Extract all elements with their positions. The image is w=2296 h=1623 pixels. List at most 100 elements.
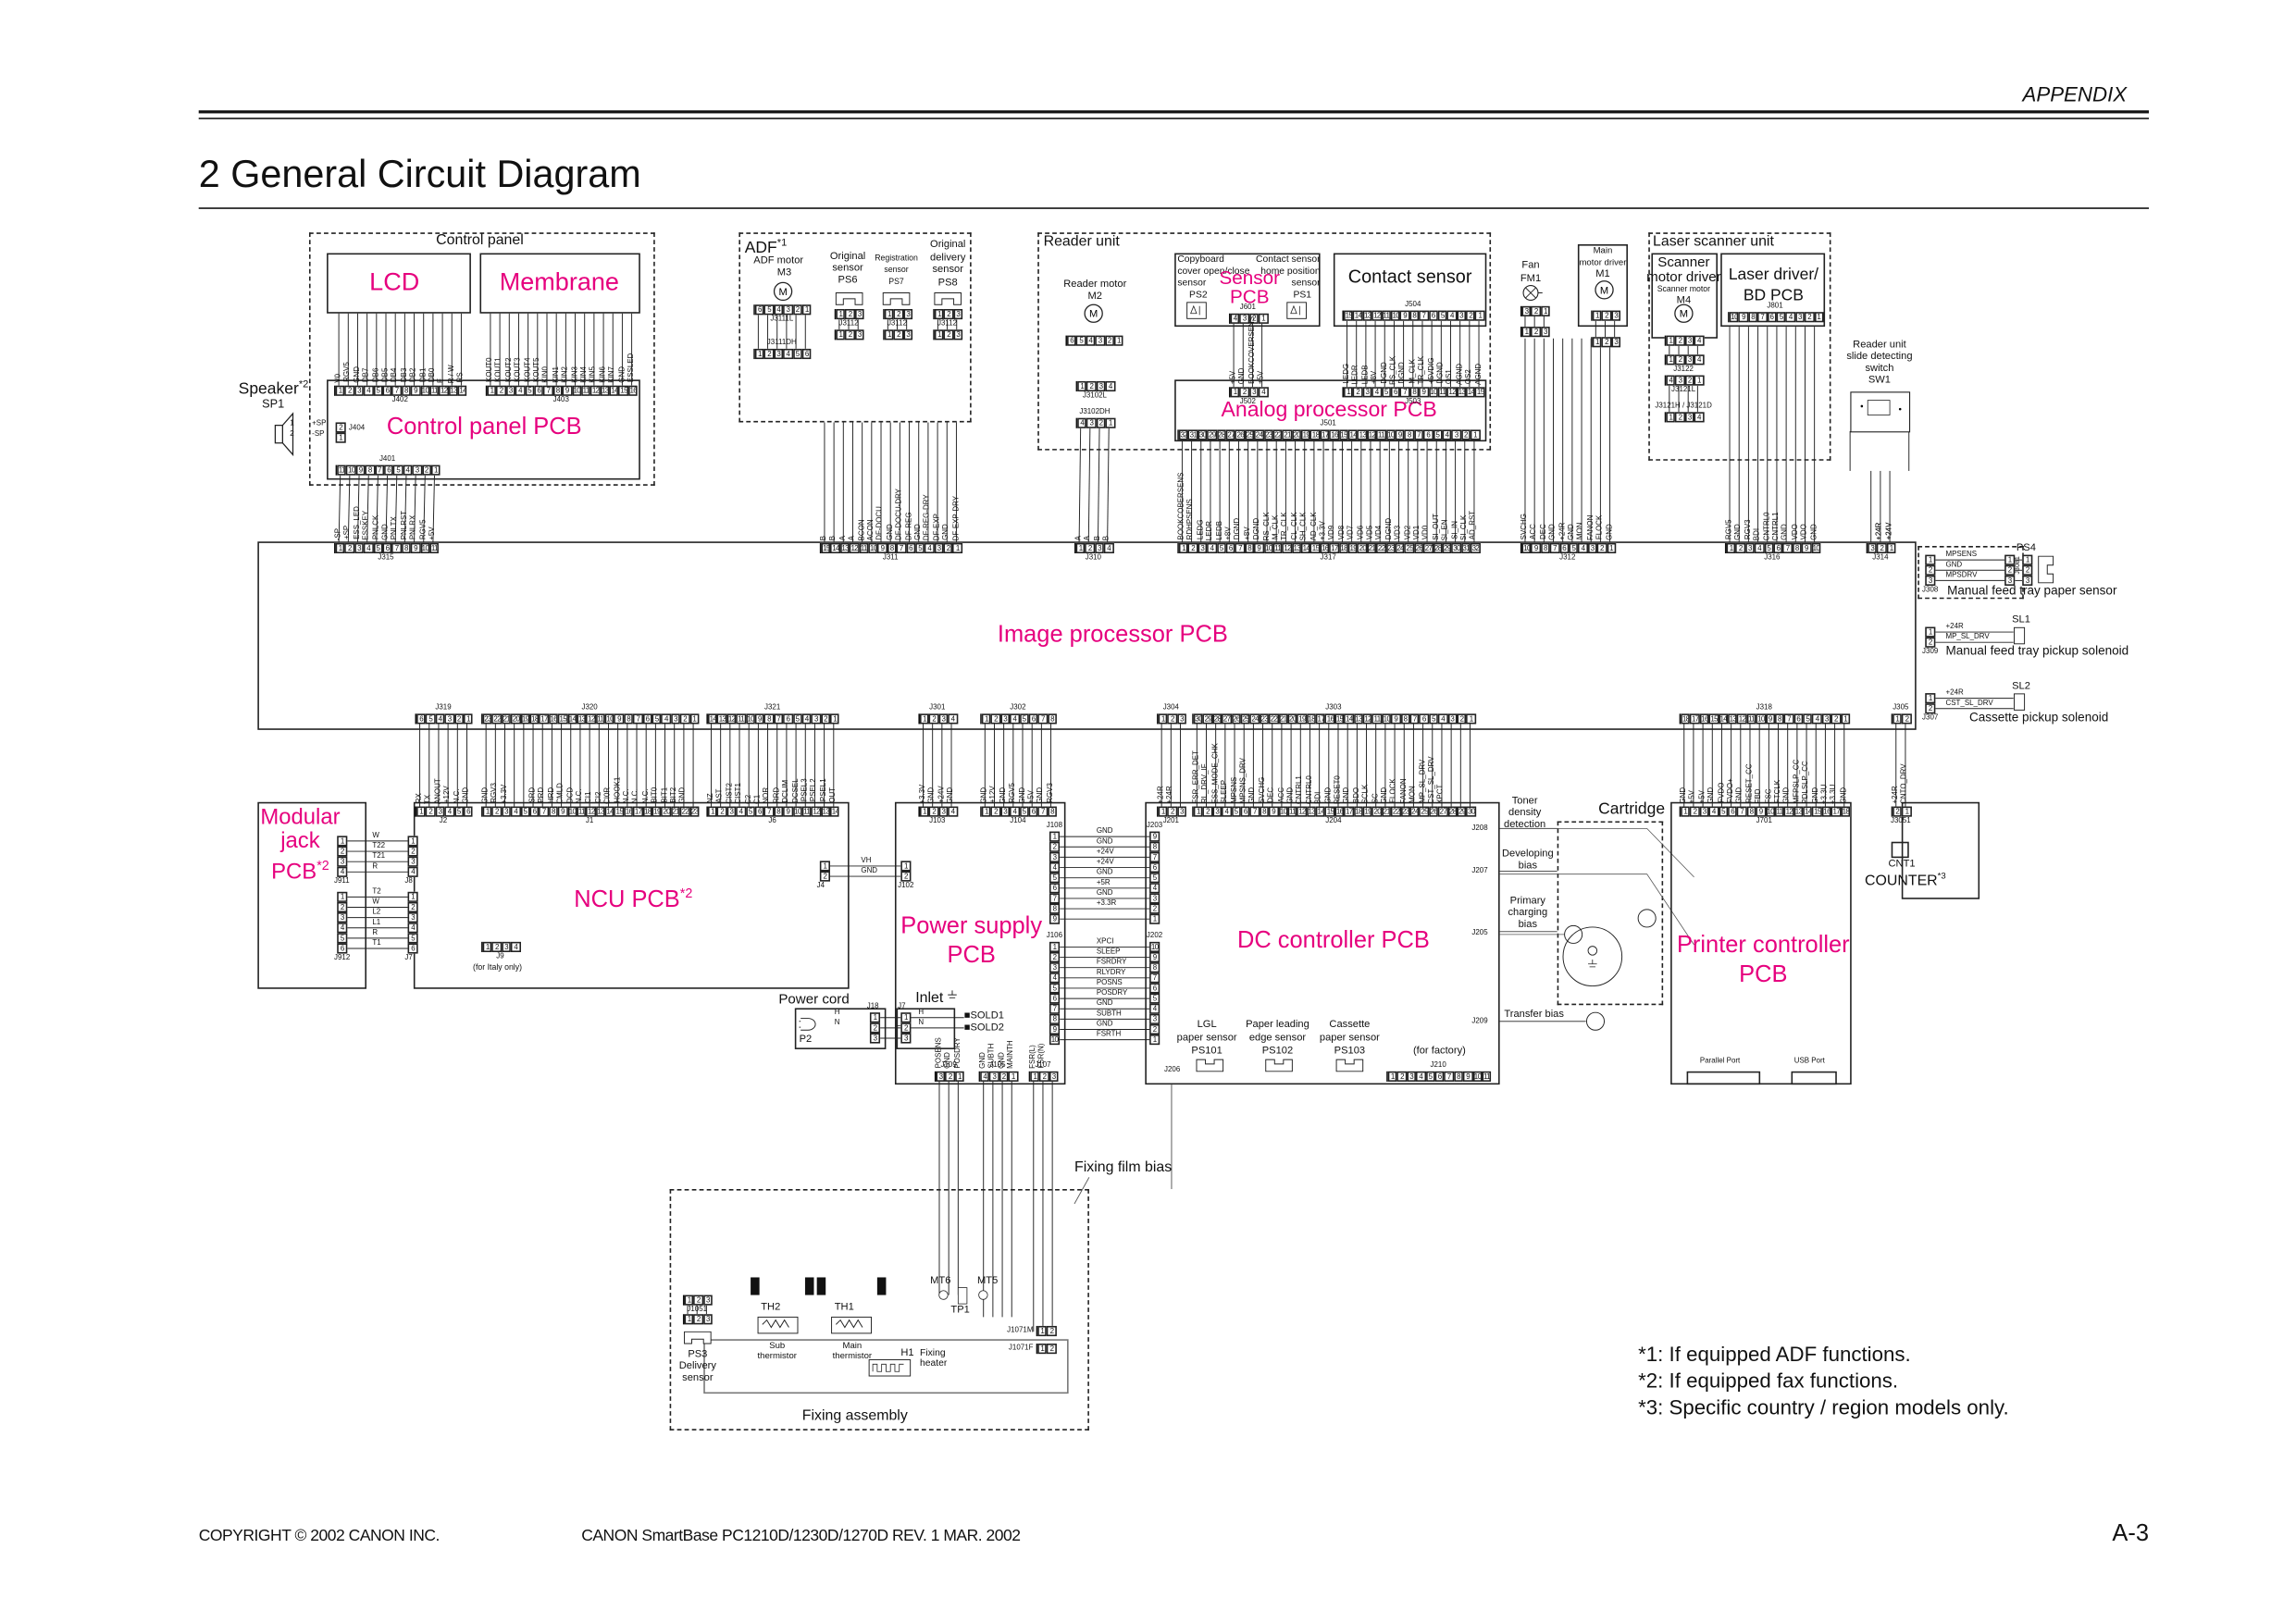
connector-pin: 11 xyxy=(859,542,869,553)
connector-pin: 4 xyxy=(1010,713,1020,725)
signal-label: M_CLK xyxy=(1408,359,1418,385)
connector-pin: 3 xyxy=(726,806,737,817)
connector-pin: 25 xyxy=(1245,429,1255,440)
connector-label: J305 xyxy=(1893,703,1909,712)
connector-pin: 11 xyxy=(1482,1071,1492,1082)
connector-pin: 12 xyxy=(849,542,860,553)
signal-label: DB4 xyxy=(391,368,400,383)
printer-controller-line: Printer controller xyxy=(1676,933,1850,959)
signal-label: DB1 xyxy=(418,368,428,383)
signal-label: AD_RST xyxy=(1469,511,1479,540)
modular-jack-line: Modular xyxy=(260,804,341,830)
connector-pin: 2 xyxy=(1596,542,1607,553)
connector-j401: 11 10 9 8 7 6 5 4 3 2 1 xyxy=(335,465,441,476)
connector-pin: 30 xyxy=(1193,713,1203,725)
connector-pin: 2 xyxy=(1049,841,1061,852)
connector-pin: 2 xyxy=(1149,1023,1160,1035)
cartridge-drum-icon xyxy=(1499,827,1694,1031)
connector-pin: 14 xyxy=(1344,713,1354,725)
connector-pin: 17 xyxy=(1329,542,1339,553)
connector-j911: 1234 xyxy=(337,836,348,877)
signal-label: IPSEL1 xyxy=(819,778,829,804)
connector-pin: 2 xyxy=(1601,310,1612,321)
connector-pin: 26 xyxy=(1414,542,1424,553)
signal-label: POSNS xyxy=(1096,978,1123,988)
scanner-motor-icon: M xyxy=(1674,304,1694,323)
page-number: A-3 xyxy=(2112,1521,2149,1547)
signal-label: BOOKCOVERSENS xyxy=(1247,316,1257,385)
connector-label: J401 xyxy=(379,454,396,464)
connector-pin: 13 xyxy=(1793,806,1804,817)
signal-label: GND xyxy=(1248,787,1258,804)
connector-pin: 2 xyxy=(819,871,830,882)
signal-label: GND xyxy=(1096,836,1113,847)
connector-pin: 3 xyxy=(1540,327,1550,338)
laser-scanner-unit-label: Laser scanner unit xyxy=(1653,233,1774,251)
connector-label: J307 xyxy=(1922,713,1939,723)
connector-pin: 4 xyxy=(783,348,793,360)
signal-label: HOOK1 xyxy=(613,777,623,804)
connector-pin: 4 xyxy=(801,713,812,725)
connector-pin: 15 xyxy=(1334,713,1345,725)
signal-label: PNLRX xyxy=(409,515,418,540)
connector-pin: 2 xyxy=(1925,637,1936,648)
connector-pin: 1 xyxy=(335,385,345,396)
connector-pin: 6 xyxy=(1793,713,1804,725)
signal-label: RGV3 xyxy=(1046,783,1055,804)
signal-label: KIN3 xyxy=(570,365,579,383)
parallel-port[interactable] xyxy=(1686,1071,1761,1085)
adf-note: *1 xyxy=(776,238,788,249)
svg-text:M: M xyxy=(1680,309,1688,320)
connector-pin: 2 xyxy=(869,1022,881,1034)
connector-pin: 3 xyxy=(702,1314,714,1325)
connector-pin: 1 xyxy=(1230,387,1240,398)
connector-pin: 5 xyxy=(373,385,383,396)
connector-j308: 123 xyxy=(1925,554,1936,586)
connector-pin: 6 xyxy=(382,385,392,396)
connector-pin: 4 xyxy=(1416,1071,1426,1082)
connector-label: J3111L xyxy=(770,315,794,324)
connector-pin: 9 xyxy=(1531,542,1541,553)
connector-pin: 14 xyxy=(1466,387,1476,398)
connector-pin: 16 xyxy=(548,713,558,725)
signal-label: R xyxy=(372,928,379,938)
connector-j103: 1234 xyxy=(918,806,958,817)
signal-label: SC xyxy=(1371,793,1381,804)
connector-pin: 8 xyxy=(1047,713,1058,725)
adf-text: ADF xyxy=(744,239,777,257)
connector-pin: 15 xyxy=(1708,713,1719,725)
connector-j3112b2: 123 xyxy=(883,329,913,341)
signal-label: LEDG xyxy=(1196,520,1206,540)
connector-pin: 1 xyxy=(801,304,812,316)
connector-pin: 5 xyxy=(1803,713,1813,725)
connector-pin: 15 xyxy=(821,542,831,553)
connector-pin: 4 xyxy=(1694,412,1704,423)
connector-pin: 12 xyxy=(1367,429,1377,440)
signal-label: B xyxy=(829,535,838,540)
connector-pin: 2 xyxy=(820,713,831,725)
connector-pin: 22 xyxy=(1391,806,1401,817)
signal-label: DF-DOCU-DRY xyxy=(895,488,904,540)
connector-pin: 10 xyxy=(420,542,430,553)
connector-pin: 23 xyxy=(1263,429,1273,440)
main-motor-icon: M xyxy=(1595,280,1614,300)
connector-j106: 1 2 3 4 5 6 7 8 9 10 xyxy=(1049,941,1061,1046)
connector-pin: 18 xyxy=(1310,429,1321,440)
connector-j302: 12345678 xyxy=(980,713,1058,725)
connector-pin: 1 xyxy=(934,329,945,341)
connector-pin: 17 xyxy=(1344,806,1354,817)
sold2-text: SOLD2 xyxy=(970,1022,1004,1034)
contact-sensor-label: Contact sensor xyxy=(1347,266,1472,288)
ncu-note: *2 xyxy=(679,886,693,901)
signal-label: GND xyxy=(1839,787,1849,804)
connector-pin: 8 xyxy=(1245,542,1255,553)
usb-port[interactable] xyxy=(1791,1071,1837,1085)
signal-label: +5V xyxy=(1257,370,1267,385)
connector-j301: 1234 xyxy=(918,713,958,725)
signal-label: H xyxy=(918,1008,925,1017)
ps3-label: PS3 Delivery sensor xyxy=(679,1349,716,1384)
connector-pin: 5 xyxy=(652,713,662,725)
connector-pin: 8 xyxy=(1259,806,1270,817)
signal-label: LEDB xyxy=(1360,365,1371,385)
connector-pin: 4 xyxy=(980,1071,990,1082)
